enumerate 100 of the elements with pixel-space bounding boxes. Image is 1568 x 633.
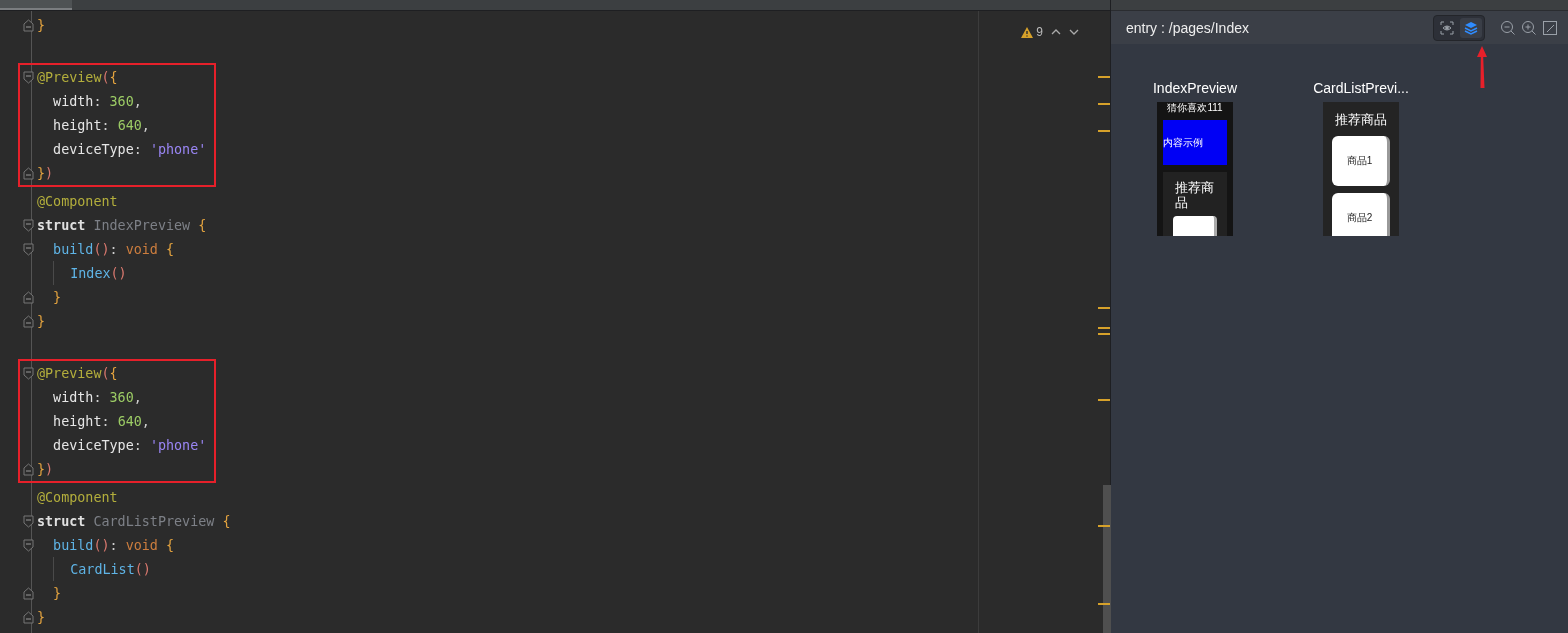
brace: } (52, 289, 62, 305)
punctuation: , (133, 389, 142, 405)
parenthesis: () (134, 561, 151, 577)
warning-marker[interactable] (1098, 130, 1110, 132)
punctuation: : (93, 93, 103, 109)
product-card: 商品1 (1332, 136, 1390, 186)
property-name: deviceType (52, 437, 134, 453)
fold-icon[interactable] (23, 218, 34, 232)
parenthesis: ) (45, 461, 54, 477)
warning-marker[interactable] (1098, 76, 1110, 78)
brace: } (37, 17, 46, 33)
scrollbar-thumb[interactable] (1103, 485, 1111, 633)
phone-preview[interactable]: 猜你喜欢111 内容示例 推荐商品 (1157, 102, 1233, 236)
brace: } (37, 313, 46, 329)
file-tab[interactable] (0, 0, 72, 10)
brace: } (37, 165, 46, 181)
warning-marker[interactable] (1098, 103, 1110, 105)
brace: } (37, 461, 46, 477)
function-call: build (52, 537, 94, 553)
fold-icon[interactable] (23, 70, 34, 84)
number-literal: 640 (117, 413, 142, 429)
function-call: CardList (69, 561, 135, 577)
punctuation: : (101, 413, 111, 429)
product-card: 商品2 (1332, 193, 1390, 236)
warning-marker[interactable] (1098, 333, 1110, 335)
punctuation: : (101, 117, 111, 133)
chevron-down-icon[interactable] (1069, 29, 1079, 35)
view-mode-button[interactable] (1460, 17, 1482, 38)
preview-title: IndexPreview (1152, 80, 1237, 96)
warning-marker[interactable] (1098, 525, 1110, 527)
warning-icon (1021, 26, 1034, 38)
struct-name: IndexPreview (93, 217, 192, 233)
annotation: @Preview (37, 69, 102, 85)
fold-icon[interactable] (23, 242, 34, 256)
warning-count[interactable]: 9 (1036, 25, 1043, 39)
zoom-out-icon[interactable] (1500, 19, 1516, 36)
property-name: width (52, 389, 94, 405)
fold-icon[interactable] (23, 514, 34, 528)
brace: } (52, 585, 62, 601)
punctuation: : (133, 141, 143, 157)
warning-marker[interactable] (1098, 327, 1110, 329)
card-title: 推荐商品 (1175, 180, 1215, 210)
fold-icon[interactable] (23, 166, 34, 180)
parenthesis: () (110, 265, 127, 281)
card-title: 推荐商品 (1335, 111, 1387, 129)
function-call: Index (69, 265, 111, 281)
punctuation: , (141, 117, 150, 133)
preview-title: CardListPrevi... (1313, 80, 1409, 96)
punctuation: : (109, 537, 119, 553)
fold-icon[interactable] (23, 462, 34, 476)
chevron-up-icon[interactable] (1051, 29, 1061, 35)
punctuation: , (133, 93, 142, 109)
type-keyword: void (125, 537, 159, 553)
preview-heading: 猜你喜欢111 (1167, 102, 1223, 114)
fold-icon[interactable] (23, 538, 34, 552)
eye-icon (1440, 20, 1454, 35)
brace: } (37, 609, 46, 625)
fold-icon[interactable] (23, 610, 34, 624)
number-literal: 640 (117, 117, 142, 133)
property-name: height (52, 117, 102, 133)
brace: { (166, 537, 175, 553)
fit-screen-icon[interactable] (1542, 19, 1558, 36)
fold-icon[interactable] (23, 290, 34, 304)
parenthesis: ( (101, 69, 110, 85)
annotation: @Component (37, 489, 118, 505)
string-literal: 'phone' (149, 141, 207, 157)
fold-icon[interactable] (23, 586, 34, 600)
warning-marker[interactable] (1098, 307, 1110, 309)
zoom-in-icon[interactable] (1521, 19, 1537, 36)
punctuation: : (109, 241, 119, 257)
brace: { (166, 241, 175, 257)
product-card (1173, 216, 1217, 236)
layers-icon (1464, 20, 1478, 35)
parenthesis: () (93, 241, 110, 257)
property-name: deviceType (52, 141, 134, 157)
parenthesis: ) (45, 165, 54, 181)
content-banner: 内容示例 (1163, 120, 1227, 165)
warning-marker[interactable] (1098, 603, 1110, 605)
number-literal: 360 (109, 93, 134, 109)
property-name: width (52, 93, 94, 109)
brace: { (222, 513, 231, 529)
phone-preview[interactable]: 推荐商品 商品1 商品2 (1323, 102, 1399, 236)
parenthesis: ( (101, 365, 110, 381)
fold-icon[interactable] (23, 314, 34, 328)
punctuation: : (93, 389, 103, 405)
struct-name: CardListPreview (93, 513, 216, 529)
fold-icon[interactable] (23, 366, 34, 380)
punctuation: : (133, 437, 143, 453)
punctuation: , (141, 413, 150, 429)
fold-icon[interactable] (23, 18, 34, 32)
page-path: entry : /pages/Index (1126, 19, 1250, 36)
function-call: build (52, 241, 94, 257)
brace: { (109, 365, 118, 381)
brace: { (109, 69, 118, 85)
warning-marker[interactable] (1098, 399, 1110, 401)
annotation: @Preview (37, 365, 102, 381)
keyword: struct (37, 217, 87, 233)
annotation: @Component (37, 193, 118, 209)
annotation-arrow (1475, 44, 1489, 90)
type-keyword: void (125, 241, 159, 257)
